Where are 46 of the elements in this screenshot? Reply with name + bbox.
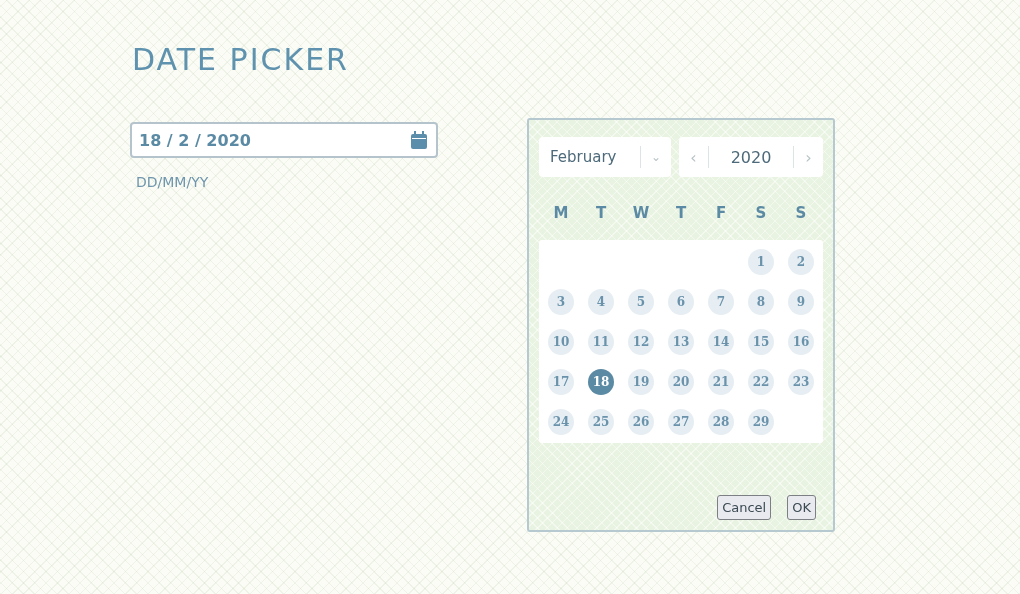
day-button[interactable]: 7 (708, 289, 734, 315)
day-button[interactable]: 10 (548, 329, 574, 355)
day-button[interactable]: 17 (548, 369, 574, 395)
day-button[interactable]: 8 (748, 289, 774, 315)
day-button[interactable]: 1 (748, 249, 774, 275)
weekday-label: W (631, 204, 651, 224)
day-button[interactable]: 18 (588, 369, 614, 395)
day-button[interactable]: 19 (628, 369, 654, 395)
day-button[interactable]: 20 (668, 369, 694, 395)
day-button[interactable]: 16 (788, 329, 814, 355)
day-button[interactable]: 9 (788, 289, 814, 315)
day-button[interactable]: 3 (548, 289, 574, 315)
weekday-label: T (674, 204, 688, 224)
day-button[interactable]: 25 (588, 409, 614, 435)
year-value: 2020 (729, 147, 773, 167)
day-button[interactable]: 29 (748, 409, 774, 435)
next-year-button[interactable]: › (794, 147, 823, 167)
day-button[interactable]: 4 (588, 289, 614, 315)
cancel-button[interactable]: Cancel (717, 495, 772, 520)
day-button[interactable]: 5 (628, 289, 654, 315)
day-button[interactable]: 11 (588, 329, 614, 355)
day-button[interactable]: 22 (748, 369, 774, 395)
date-format-hint: DD/MM/YY (136, 174, 210, 190)
day-button[interactable]: 6 (668, 289, 694, 315)
weekday-label: S (754, 204, 768, 224)
day-button[interactable]: 21 (708, 369, 734, 395)
weekday-label: F (714, 204, 728, 224)
ok-button[interactable]: OK (787, 495, 816, 520)
day-button[interactable]: 13 (668, 329, 694, 355)
month-select[interactable]: February ⌄ (539, 137, 671, 177)
page-title: DATE PICKER (132, 41, 350, 79)
day-button[interactable]: 14 (708, 329, 734, 355)
weekday-label: M (552, 204, 570, 224)
day-button[interactable]: 26 (628, 409, 654, 435)
day-button[interactable]: 28 (708, 409, 734, 435)
previous-year-button[interactable]: ‹ (679, 147, 708, 167)
day-button[interactable]: 27 (668, 409, 694, 435)
date-input[interactable]: 18 / 2 / 2020 (130, 122, 438, 158)
day-button[interactable]: 24 (548, 409, 574, 435)
day-button[interactable]: 2 (788, 249, 814, 275)
weekday-label: T (594, 204, 608, 224)
calendar-icon[interactable] (411, 131, 427, 149)
weekday-label: S (794, 204, 808, 224)
day-button[interactable]: 23 (788, 369, 814, 395)
day-button[interactable]: 12 (628, 329, 654, 355)
day-button[interactable]: 15 (748, 329, 774, 355)
